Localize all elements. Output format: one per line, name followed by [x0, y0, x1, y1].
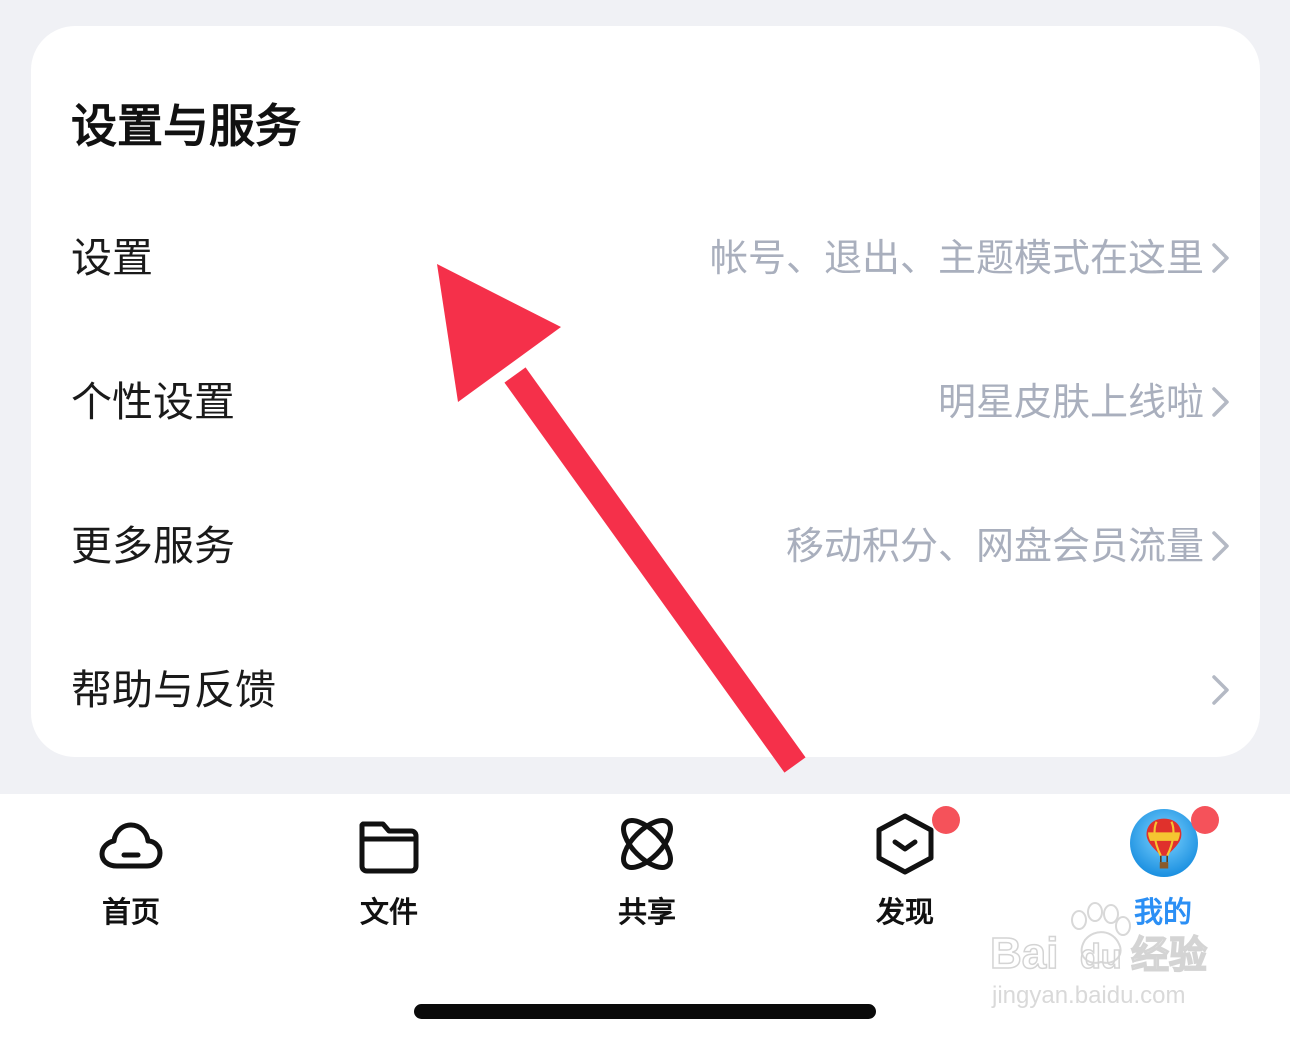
chevron-right-icon — [1212, 675, 1229, 705]
tab-discover[interactable]: 发现 — [830, 812, 980, 932]
watermark-url: jingyan.baidu.com — [992, 982, 1186, 1009]
home-indicator[interactable] — [414, 1004, 876, 1019]
tab-label: 发现 — [875, 895, 934, 929]
svg-text:du: du — [1080, 938, 1122, 976]
avatar-icon — [1130, 809, 1198, 877]
tab-home[interactable]: 首页 — [56, 812, 206, 932]
mine-badge — [1191, 806, 1219, 834]
row-hint: 帐号、退出、主题模式在这里 — [709, 236, 1204, 280]
row-hint: 明星皮肤上线啦 — [937, 380, 1204, 424]
svg-text:经验: 经验 — [1131, 933, 1207, 977]
row-label: 更多服务 — [71, 522, 235, 570]
row-more-services[interactable]: 更多服务 移动积分、网盘会员流量 — [31, 474, 1260, 618]
chevron-right-icon — [1212, 387, 1229, 417]
row-label: 帮助与反馈 — [71, 666, 276, 714]
row-settings[interactable]: 设置 帐号、退出、主题模式在这里 — [31, 186, 1260, 330]
folder-icon — [359, 821, 419, 874]
discover-badge — [932, 806, 960, 834]
tab-label: 共享 — [617, 895, 676, 929]
svg-text:Bai: Bai — [990, 929, 1058, 978]
orbit-icon — [621, 818, 673, 870]
row-label: 个性设置 — [71, 378, 235, 426]
section-title: 设置与服务 — [71, 99, 301, 153]
tab-label: 首页 — [101, 895, 160, 929]
box-icon — [876, 813, 934, 875]
tab-label: 文件 — [359, 895, 418, 929]
row-label: 设置 — [71, 234, 153, 282]
tab-share[interactable]: 共享 — [572, 812, 722, 932]
cloud-icon — [99, 822, 163, 869]
tab-files[interactable]: 文件 — [314, 812, 464, 932]
settings-services-card: 设置与服务 设置 帐号、退出、主题模式在这里 个性设置 明星皮肤上线啦 更多服务… — [31, 26, 1260, 757]
row-hint: 移动积分、网盘会员流量 — [785, 524, 1204, 568]
chevron-right-icon — [1212, 531, 1229, 561]
page: 设置与服务 设置 帐号、退出、主题模式在这里 个性设置 明星皮肤上线啦 更多服务… — [0, 0, 1290, 1043]
chevron-right-icon — [1212, 243, 1229, 273]
row-help-feedback[interactable]: 帮助与反馈 — [31, 618, 1260, 762]
row-personalization[interactable]: 个性设置 明星皮肤上线啦 — [31, 330, 1260, 474]
